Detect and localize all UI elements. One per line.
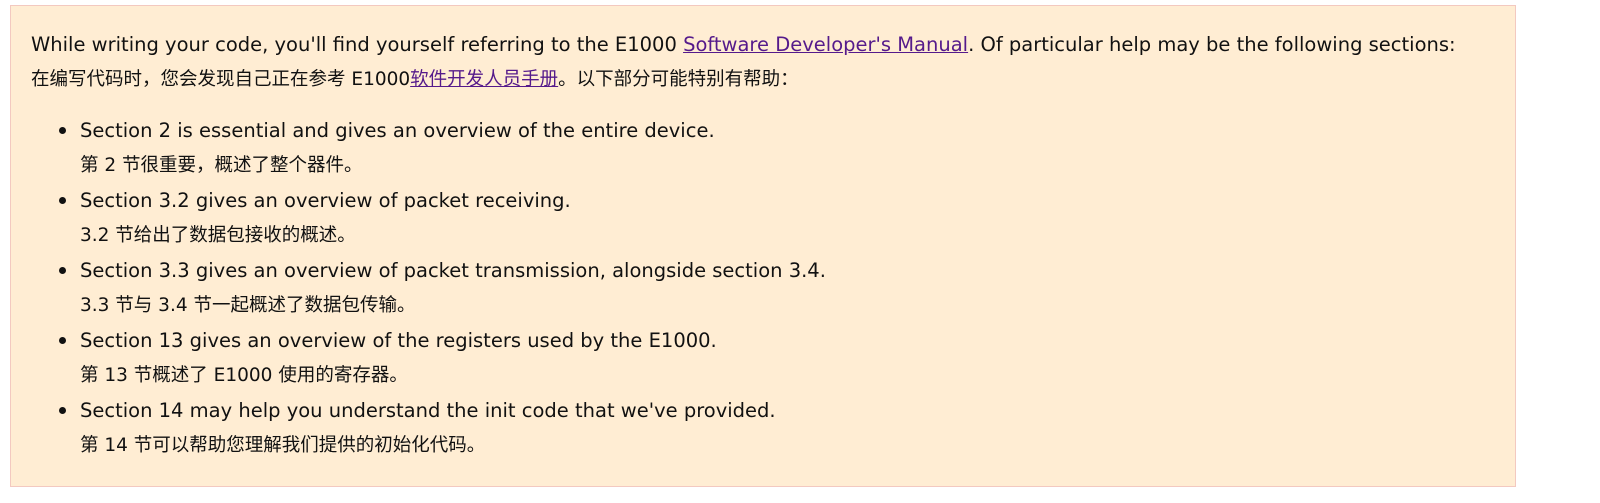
manual-link[interactable]: Software Developer's Manual — [683, 33, 968, 56]
list-item: Section 2 is essential and gives an over… — [31, 113, 1495, 183]
intro-en-text-before: While writing your code, you'll find you… — [31, 33, 684, 56]
item-english: Section 3.2 gives an overview of packet … — [80, 189, 571, 212]
note-box: While writing your code, you'll find you… — [10, 5, 1516, 487]
section-list: Section 2 is essential and gives an over… — [31, 113, 1495, 463]
list-item: Section 14 may help you understand the i… — [31, 393, 1495, 463]
bullet-icon — [59, 267, 66, 274]
intro-zh-text-after: 。以下部分可能特别有帮助： — [558, 69, 799, 90]
item-chinese: 第 13 节概述了 E1000 使用的寄存器。 — [80, 365, 408, 386]
list-item: Section 3.2 gives an overview of packet … — [31, 183, 1495, 253]
item-english: Section 13 gives an overview of the regi… — [80, 329, 717, 352]
intro-zh-text-before: 在编写代码时，您会发现自己正在参考 E1000 — [31, 69, 411, 90]
item-english: Section 3.3 gives an overview of packet … — [80, 259, 826, 282]
item-chinese: 3.3 节与 3.4 节一起概述了数据包传输。 — [80, 295, 416, 316]
item-english: Section 2 is essential and gives an over… — [80, 119, 715, 142]
list-item: Section 3.3 gives an overview of packet … — [31, 253, 1495, 323]
item-chinese: 第 2 节很重要，概述了整个器件。 — [80, 155, 363, 176]
list-item: Section 13 gives an overview of the regi… — [31, 323, 1495, 393]
bullet-icon — [59, 197, 66, 204]
intro-english: While writing your code, you'll find you… — [31, 27, 1495, 62]
bullet-icon — [59, 127, 66, 134]
manual-link-zh[interactable]: 软件开发人员手册 — [410, 69, 558, 90]
item-chinese: 3.2 节给出了数据包接收的概述。 — [80, 225, 356, 246]
item-english: Section 14 may help you understand the i… — [80, 399, 776, 422]
bullet-icon — [59, 407, 66, 414]
bullet-icon — [59, 337, 66, 344]
intro-en-text-after: . Of particular help may be the followin… — [968, 33, 1456, 56]
intro-chinese: 在编写代码时，您会发现自己正在参考 E1000软件开发人员手册。以下部分可能特别… — [31, 62, 1495, 97]
item-chinese: 第 14 节可以帮助您理解我们提供的初始化代码。 — [80, 435, 486, 456]
